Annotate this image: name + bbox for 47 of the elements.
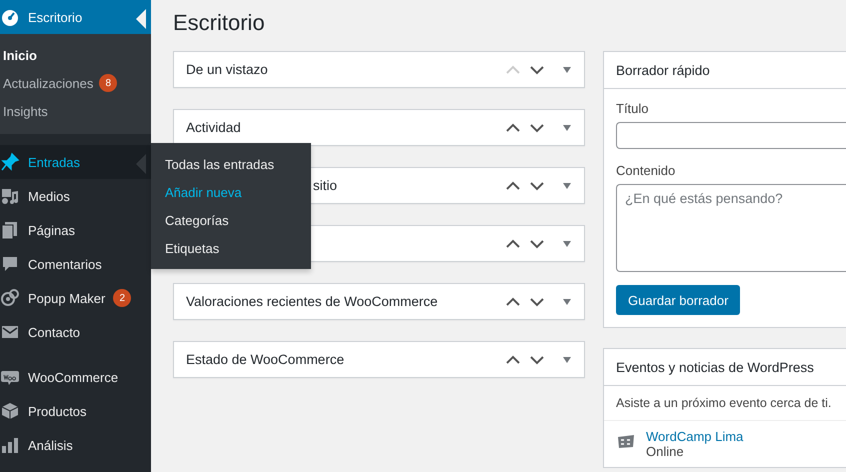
sidebar-menu-item[interactable]: Análisis [0,428,151,462]
page-title: Escritorio [173,10,266,36]
toggle-triangle-icon[interactable] [562,354,572,364]
menu-icon [0,186,20,206]
widget-title: De un vistazo [186,62,268,77]
count-badge: 8 [99,74,118,92]
submenu-item[interactable]: Actualizaciones 8 [0,69,151,97]
panel-title: Borrador rápido [604,52,846,89]
sidebar-menu-item[interactable]: WooCommerce [0,360,151,394]
count-badge: 2 [113,289,132,307]
flyout-menu-item[interactable]: Añadir nueva [151,178,311,206]
submenu-item[interactable]: Insights [0,97,151,125]
toggle-triangle-icon[interactable] [562,296,572,306]
widget-title: Valoraciones recientes de WooCommerce [186,294,438,309]
toggle-triangle-icon[interactable] [562,122,572,132]
title-input-field[interactable] [616,122,846,149]
menu-icon [0,288,20,308]
content-input-field[interactable]: ¿En qué estás pensando? [616,184,846,272]
sidebar-menu-item[interactable]: Entradas [0,145,151,179]
menu-icon [0,435,20,455]
sidebar-menu-item[interactable]: Productos [0,394,151,428]
menu-icon [0,254,20,274]
sidebar-menu-item[interactable]: Medios [0,179,151,213]
sidebar-menu-item[interactable]: Contacto [0,315,151,349]
sidebar-menu-item[interactable]: Comentarios [0,247,151,281]
widget-title: sitio [313,178,338,193]
submenu-item[interactable]: Inicio [0,41,151,69]
sidebar-menu-item[interactable]: Páginas [0,213,151,247]
save-draft-button[interactable]: Guardar borrador [616,285,740,315]
sidebar-menu-item[interactable]: Popup Maker 2 [0,281,151,315]
event-location: Online [646,444,685,459]
widget-title: Actividad [186,120,241,135]
field-label: Contenido [616,163,676,178]
field-label: Título [616,101,650,116]
sidebar-menu-item[interactable]: Escritorio [0,0,151,34]
panel-title: Eventos y noticias de WordPress [604,349,846,386]
flyout-menu-item[interactable]: Categorías [151,206,311,234]
events-intro: Asiste a un próximo evento cerca de ti. [604,386,846,421]
toggle-triangle-icon[interactable] [562,238,572,248]
toggle-triangle-icon[interactable] [562,180,572,190]
menu-icon [0,152,20,172]
event-link[interactable]: WordCamp Lima [646,429,744,444]
widget-title: Estado de WooCommerce [186,352,344,367]
toggle-triangle-icon[interactable] [562,64,572,74]
flyout-menu-item[interactable]: Todas las entradas [151,150,311,178]
flyout-menu-item[interactable]: Etiquetas [151,234,311,262]
menu-icon [0,7,20,27]
